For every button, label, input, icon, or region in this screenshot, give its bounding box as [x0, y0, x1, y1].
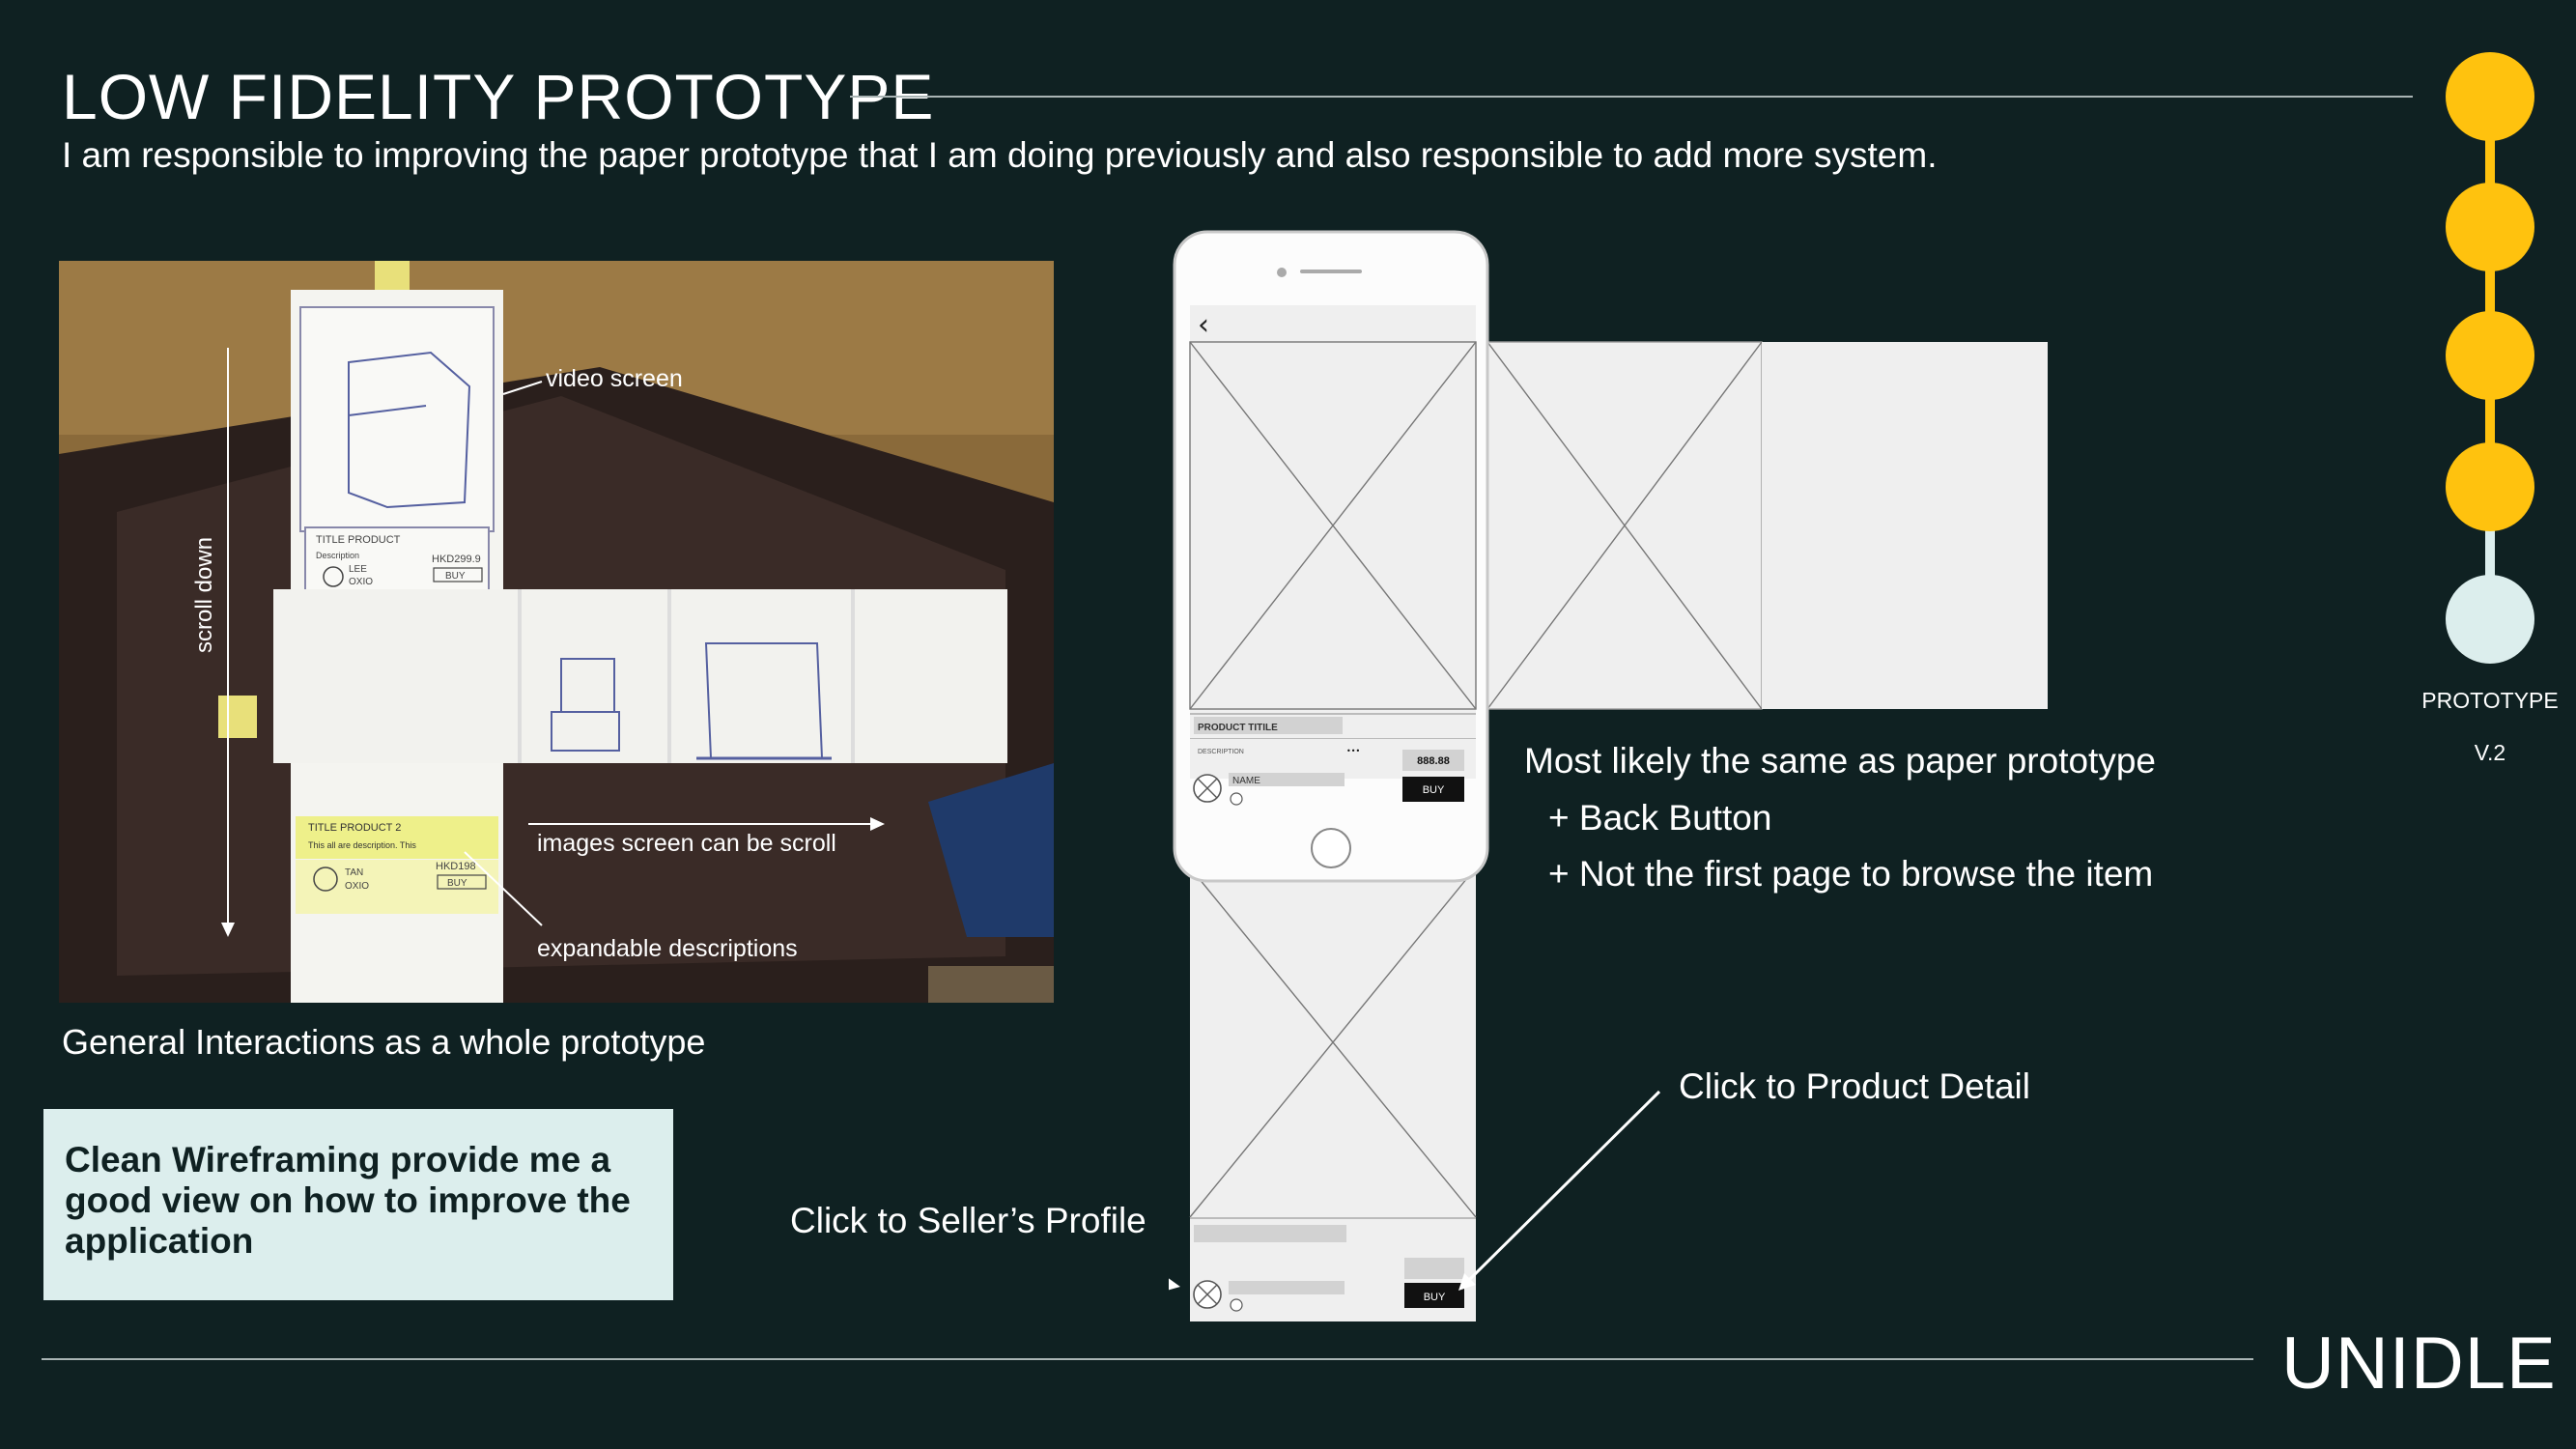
wireframe-note-2: + Back Button: [1548, 798, 1772, 838]
paper-title-product-2: TITLE PRODUCT 2: [308, 822, 401, 834]
title-placeholder-lower: [1194, 1225, 1346, 1242]
paper-buy-2: BUY: [447, 878, 467, 889]
video-screen-label: video screen: [546, 365, 683, 392]
page-subtitle: I am responsible to improving the paper …: [62, 135, 1938, 175]
more-options-icon[interactable]: •••: [1346, 747, 1360, 755]
tracker-step-1[interactable]: [2446, 52, 2534, 141]
tracker-version: V.2: [2474, 740, 2506, 765]
note-box: Clean Wireframing provide me a good view…: [43, 1109, 673, 1300]
images-scroll-label: images screen can be scroll: [537, 830, 836, 857]
note-text: Clean Wireframing provide me a good view…: [65, 1140, 631, 1261]
paper-price: HKD299.9: [432, 554, 481, 565]
click-seller-annotation: Click to Seller’s Profile: [790, 1201, 1146, 1240]
click-product-annotation: Click to Product Detail: [1679, 1066, 2030, 1106]
paper-seller-2b: OXIO: [345, 881, 369, 892]
tracker-label: PROTOTYPE: [2421, 688, 2559, 713]
paper-buy: BUY: [445, 571, 466, 582]
back-button-icon[interactable]: ‹: [1198, 308, 1209, 342]
expandable-descriptions-label: expandable descriptions: [537, 935, 798, 962]
buy-label: BUY: [1423, 784, 1445, 796]
buy-label-lower: BUY: [1424, 1292, 1446, 1303]
paper-seller-1b: OXIO: [349, 577, 373, 587]
brand-logo: UNIDLE: [2281, 1322, 2557, 1405]
paper-seller-1: LEE: [349, 564, 367, 575]
tracker-step-4[interactable]: [2446, 442, 2534, 531]
paper-description-2: This all are description. This: [308, 840, 416, 850]
scroll-down-label: scroll down: [191, 537, 217, 653]
wireframe-note-1: Most likely the same as paper prototype: [1524, 741, 2156, 781]
tracker-step-2[interactable]: [2446, 183, 2534, 271]
image-frame-3: [1762, 342, 2048, 709]
tracker-step-3[interactable]: [2446, 311, 2534, 400]
product-title: PRODUCT TITILE: [1198, 723, 1278, 733]
paper-title-product: TITLE PRODUCT: [316, 534, 401, 546]
title-divider: [850, 96, 2413, 98]
seller-name: NAME: [1232, 776, 1260, 786]
description-label: DESCRIPTION: [1198, 749, 1244, 755]
paper-description: Description: [316, 551, 359, 560]
tracker-step-5-active[interactable]: [2446, 575, 2534, 664]
price-label: 888.88: [1417, 755, 1450, 767]
wireframe-scroll-continuation: [1190, 867, 1476, 1321]
paper-prototype-photo: TITLE PRODUCT Description LEE OXIO HKD29…: [59, 261, 1054, 1003]
page-title: LOW FIDELITY PROTOTYPE: [62, 61, 935, 132]
photo-caption: General Interactions as a whole prototyp…: [62, 1022, 706, 1062]
paper-price-2: HKD198: [436, 861, 476, 872]
wireframe-note-3: + Not the first page to browse the item: [1548, 854, 2154, 894]
footer-divider: [42, 1358, 2253, 1360]
paper-seller-2: TAN: [345, 867, 363, 878]
home-button[interactable]: [1311, 828, 1351, 868]
